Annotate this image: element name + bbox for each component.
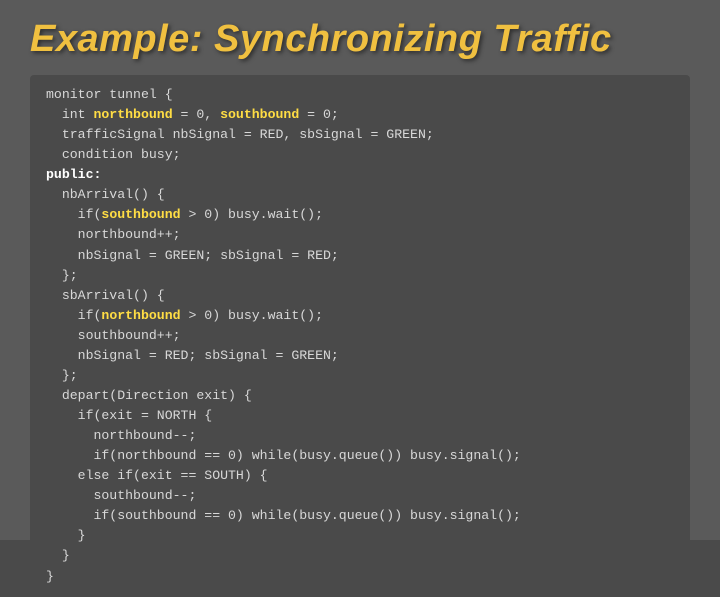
code-block: monitor tunnel { int northbound = 0, sou… — [30, 75, 690, 597]
slide: Example: Synchronizing Traffic monitor t… — [0, 0, 720, 540]
slide-title: Example: Synchronizing Traffic — [30, 18, 690, 61]
